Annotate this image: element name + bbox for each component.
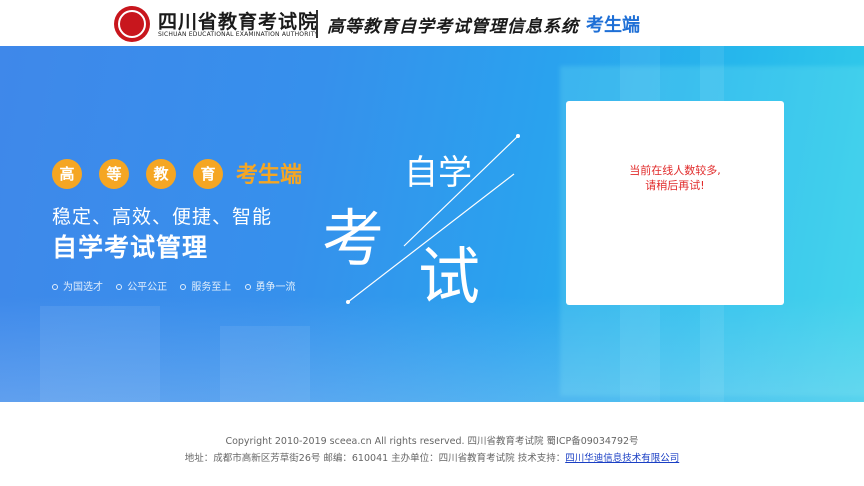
- site-header: 四川省教育考试院 SICHUAN EDUCATIONAL EXAMINATION…: [0, 0, 864, 46]
- tag-item: 公平公正: [116, 278, 167, 293]
- busy-message: 当前在线人数较多, 请稍后再试!: [629, 164, 721, 192]
- banner-slogan: 稳定、高效、便捷、智能: [52, 206, 273, 228]
- tag-item: 勇争一流: [244, 278, 296, 293]
- circle-char: 等: [99, 159, 129, 189]
- banner-tags: 为国选才 公平公正 服务至上 勇争一流: [52, 278, 306, 293]
- tag-item: 服务至上: [180, 278, 231, 293]
- footer-address: 地址：成都市高新区芳草街26号 邮编：610041 主办单位：四川省教育考试院 …: [184, 453, 680, 464]
- banner-title: 自学考试管理: [52, 233, 209, 262]
- circle-char: 教: [146, 159, 176, 189]
- system-name: 高等教育自学考试管理信息系统: [327, 17, 579, 37]
- login-panel: 当前在线人数较多, 请稍后再试!: [566, 101, 784, 305]
- client-name: 考生端: [586, 15, 640, 36]
- tag-item: 为国选才: [52, 278, 103, 293]
- logo-seal-icon: [114, 6, 150, 42]
- site-footer: Copyright 2010-2019 sceea.cn All rights …: [0, 402, 864, 486]
- art-text-left: 考: [322, 202, 384, 275]
- org-name-en: SICHUAN EDUCATIONAL EXAMINATION AUTHORIT…: [158, 31, 319, 38]
- art-text-right: 试: [418, 240, 480, 313]
- footer-copyright: Copyright 2010-2019 sceea.cn All rights …: [225, 436, 639, 447]
- zixue-kaoshi-art: 自学 考 试: [322, 134, 520, 313]
- banner-client-label: 考生端: [236, 163, 303, 188]
- header-divider: [316, 10, 318, 38]
- org-name: 四川省教育考试院: [158, 11, 319, 33]
- circle-char: 育: [193, 159, 223, 189]
- support-link[interactable]: 四川华迪信息技术有限公司: [565, 453, 679, 464]
- art-text-top: 自学: [404, 153, 472, 193]
- circle-char: 高: [52, 159, 82, 189]
